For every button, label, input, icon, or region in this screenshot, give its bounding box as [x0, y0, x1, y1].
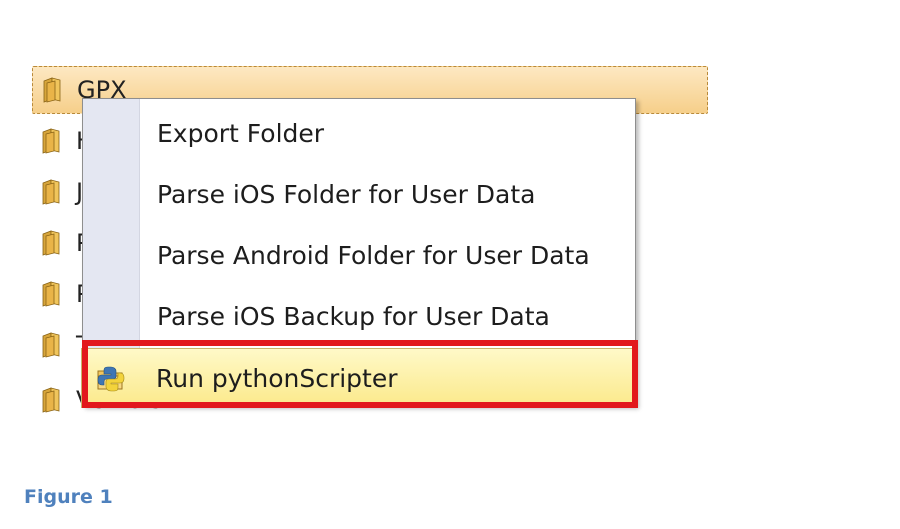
python-folder-icon [97, 366, 125, 392]
folder-icon [40, 332, 62, 358]
menu-item-export-folder[interactable]: Export Folder [83, 103, 635, 163]
folder-icon [40, 281, 62, 307]
menu-item-label: Parse iOS Folder for User Data [157, 179, 536, 209]
folder-icon [40, 387, 62, 413]
folder-icon [41, 77, 63, 103]
folder-icon [40, 179, 62, 205]
menu-item-label: Parse iOS Backup for User Data [157, 301, 550, 331]
context-menu: Export Folder Parse iOS Folder for User … [81, 98, 636, 408]
figure-caption: Figure 1 [24, 486, 113, 508]
menu-item-label: Export Folder [157, 118, 325, 148]
menu-item-parse-ios-backup[interactable]: Parse iOS Backup for User Data [83, 286, 635, 346]
folder-icon [40, 128, 62, 154]
menu-item-label: Run pythonScripter [156, 363, 398, 393]
menu-item-parse-android-folder[interactable]: Parse Android Folder for User Data [83, 225, 635, 285]
menu-item-label: Parse Android Folder for User Data [157, 240, 590, 270]
menu-item-run-pythonscripter[interactable]: Run pythonScripter [81, 348, 635, 408]
folder-icon [40, 230, 62, 256]
menu-item-parse-ios-folder[interactable]: Parse iOS Folder for User Data [83, 164, 635, 224]
